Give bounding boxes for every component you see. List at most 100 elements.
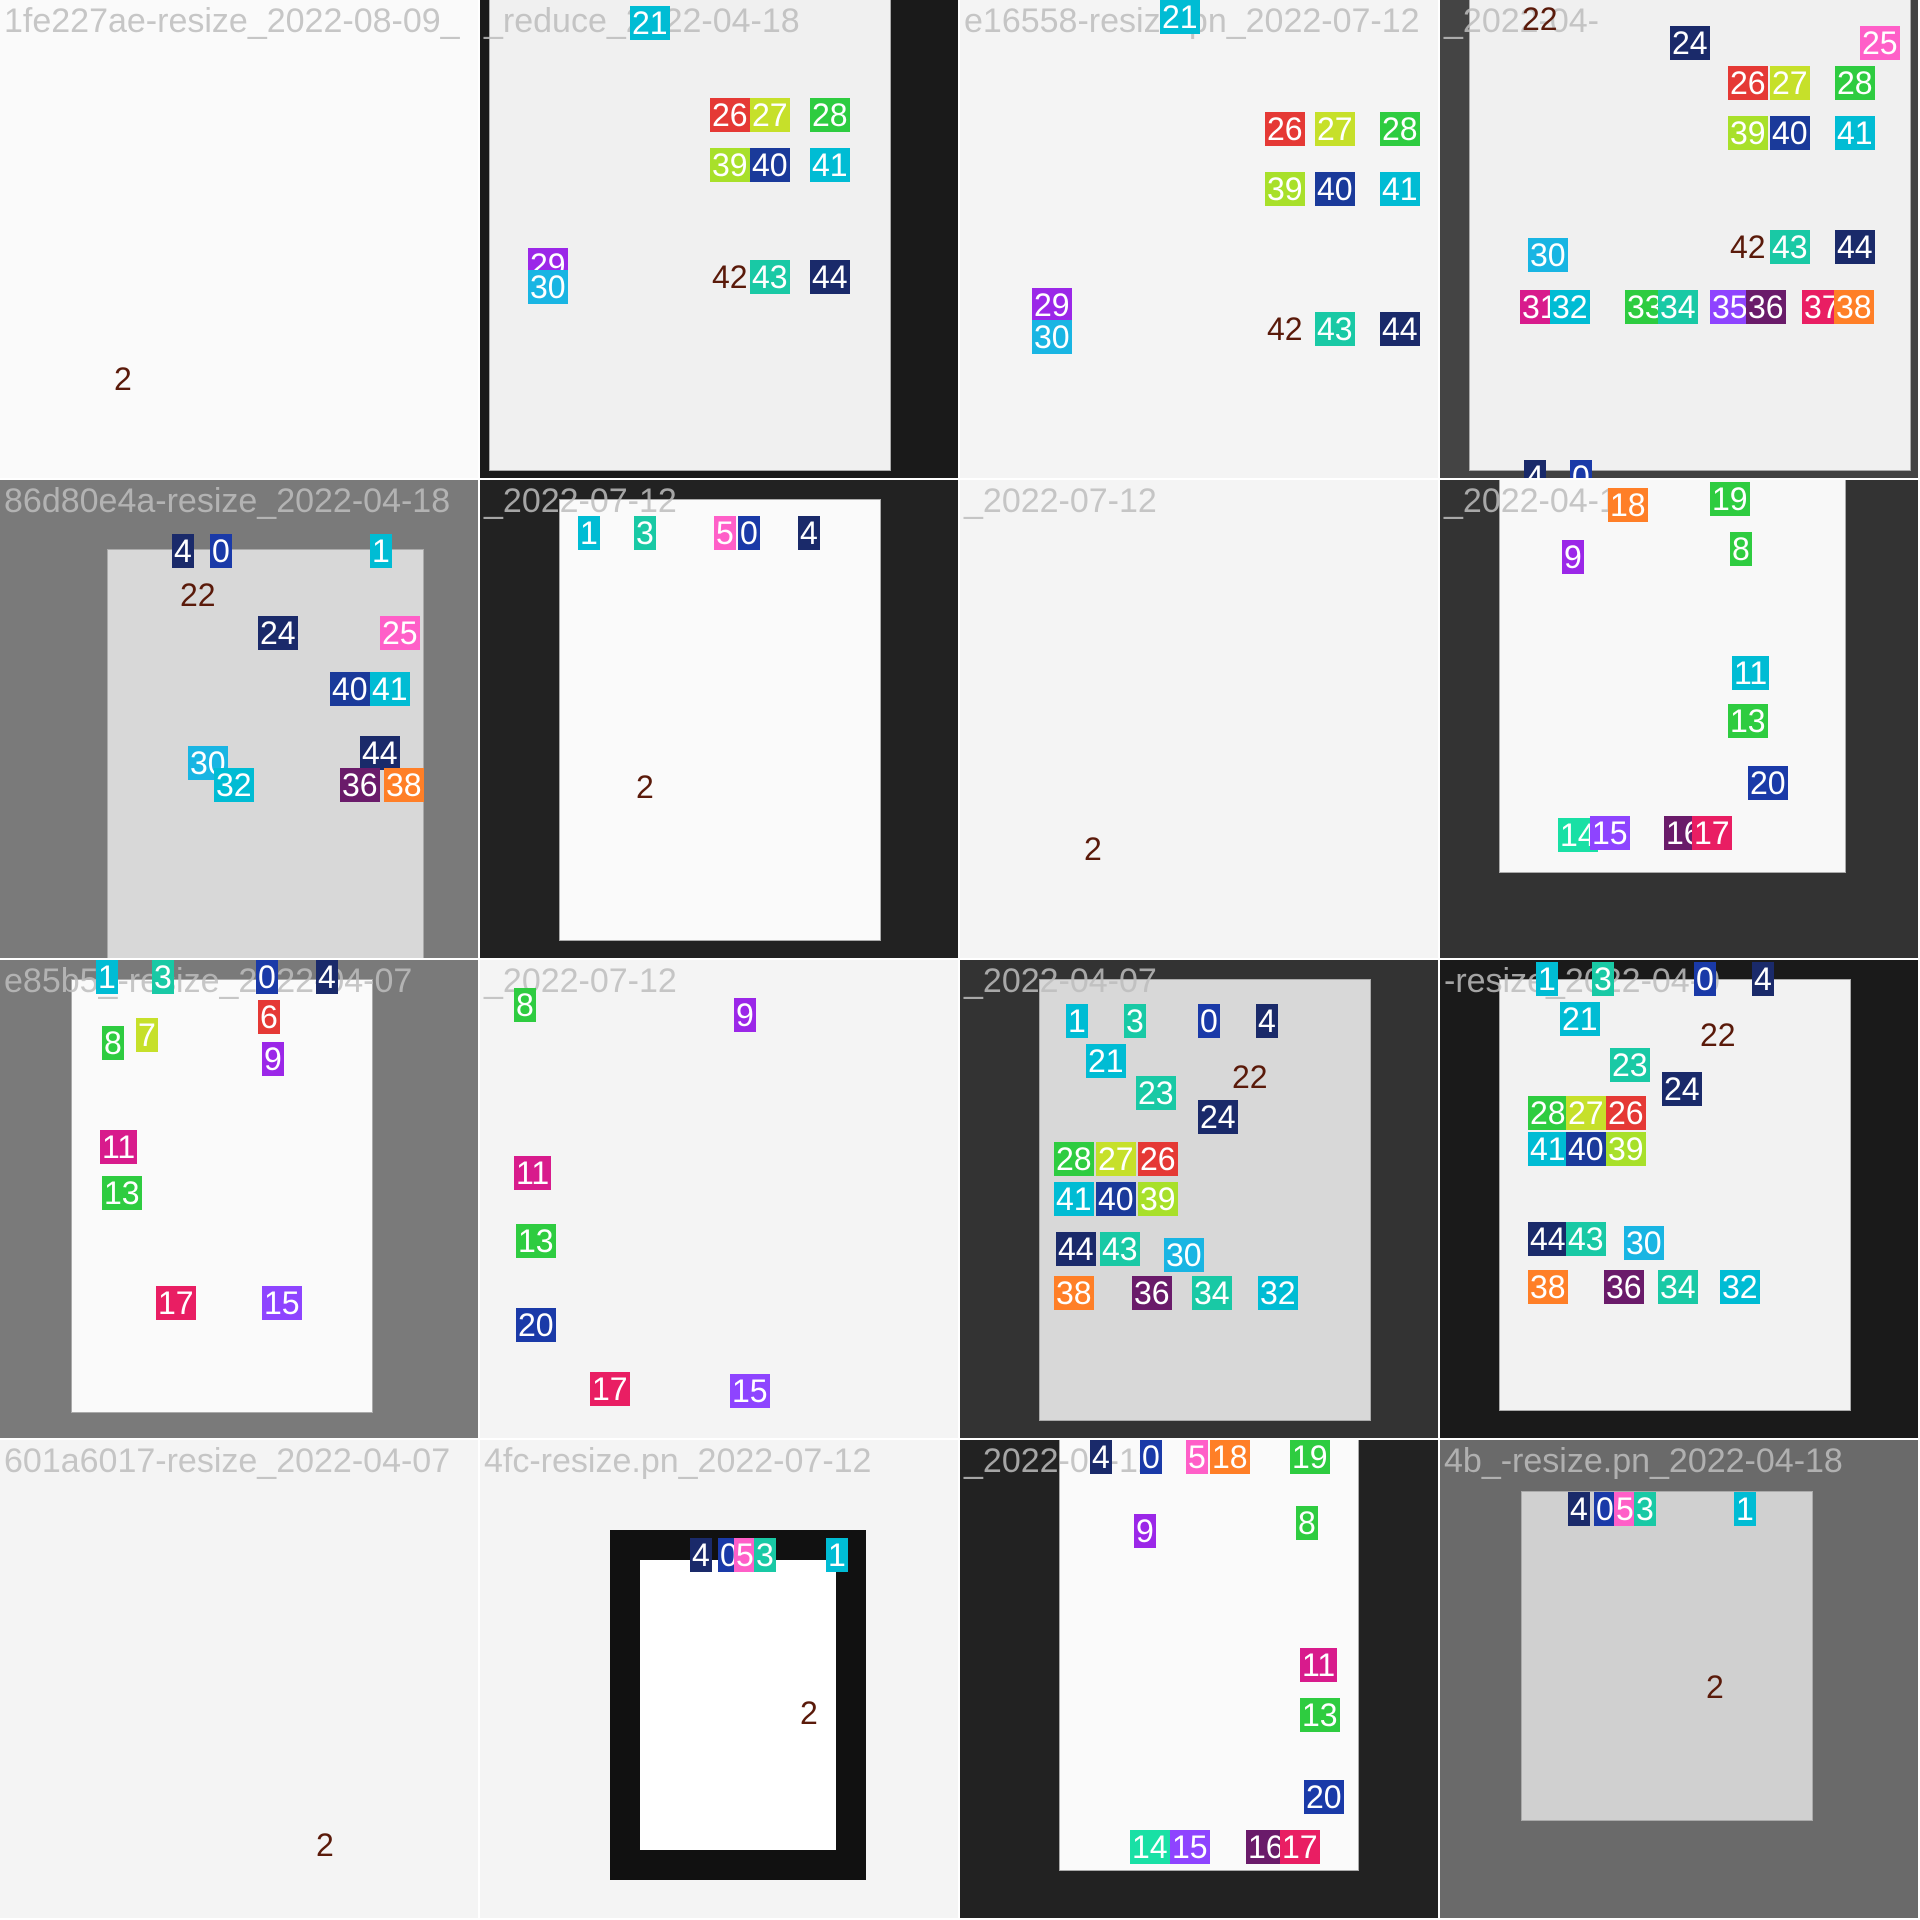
region-label: 35 <box>1710 289 1750 325</box>
region-label: 23 <box>1610 1047 1650 1083</box>
region-label: 9 <box>1562 539 1584 575</box>
tile-caption: _2022-04-07 <box>964 962 1157 1000</box>
region-label: 15 <box>730 1373 770 1409</box>
region-label: 22 <box>180 577 216 613</box>
region-label: 1 <box>1536 961 1558 997</box>
region-label: 4 <box>316 960 338 995</box>
region-label: 44 <box>1528 1221 1568 1257</box>
region-label: 19 <box>1290 1440 1330 1475</box>
grid-tile[interactable]: -resize_2022-04-0 1 3 0 4 21 22 23 24 28… <box>1440 960 1918 1438</box>
region-label: 3 <box>754 1537 776 1573</box>
region-label: 17 <box>1280 1829 1320 1865</box>
tile-caption: 86d80e4a-resize_2022-04-18 <box>4 482 451 520</box>
region-label: 40 <box>1770 115 1810 151</box>
region-label: 26 <box>1138 1141 1178 1177</box>
region-label: 42 <box>712 259 748 295</box>
region-label: 27 <box>1096 1141 1136 1177</box>
grid-tile[interactable]: _2022-07-12 4 0 5 18 19 9 8 11 13 20 14 … <box>960 1440 1438 1918</box>
region-label: 38 <box>1834 289 1874 325</box>
region-label: 44 <box>810 259 850 295</box>
region-label: 32 <box>214 767 254 803</box>
region-label: 44 <box>360 735 400 771</box>
region-label: 4 <box>1090 1440 1112 1475</box>
region-label: 38 <box>1528 1269 1568 1305</box>
region-label: 26 <box>1606 1095 1646 1131</box>
grid-tile[interactable]: _2022-07-12 1 3 5 0 4 2 <box>480 480 958 958</box>
region-label: 21 <box>1086 1043 1126 1079</box>
region-label: 4 <box>1256 1003 1278 1039</box>
region-label: 5 <box>1186 1440 1208 1475</box>
region-label: 2 <box>636 769 654 805</box>
grid-tile[interactable]: e16558-resize.pn_2022-07-12 21 26 27 28 … <box>960 0 1438 478</box>
grid-tile[interactable]: _2022-04-07 1 3 0 4 21 22 23 24 28 27 26… <box>960 960 1438 1438</box>
region-label: 8 <box>514 987 536 1023</box>
grid-tile[interactable]: 601a6017-resize_2022-04-07 2 <box>0 1440 478 1918</box>
grid-tile[interactable]: _2022-07-12 8 9 11 13 20 17 15 <box>480 960 958 1438</box>
region-label: 24 <box>1198 1099 1238 1135</box>
region-label: 26 <box>1265 111 1305 147</box>
region-label: 0 <box>1140 1440 1162 1475</box>
region-label: 1 <box>578 515 600 551</box>
region-label: 42 <box>1267 311 1303 347</box>
region-label: 30 <box>1032 319 1072 355</box>
region-label: 24 <box>1662 1071 1702 1107</box>
grid-tile[interactable]: _2022-07-12 2 <box>960 480 1438 958</box>
grid-tile[interactable]: 4b_-resize.pn_2022-04-18 4 0 5 3 1 2 <box>1440 1440 1918 1918</box>
region-label: 21 <box>1160 0 1200 35</box>
region-label: 27 <box>1315 111 1355 147</box>
region-label: 43 <box>750 259 790 295</box>
tile-caption: 601a6017-resize_2022-04-07 <box>4 1442 451 1480</box>
grid-tile[interactable]: 1fe227ae-resize_2022-08-09_ 2 <box>0 0 478 478</box>
region-label: 22 <box>1232 1059 1268 1095</box>
region-label: 40 <box>1566 1131 1606 1167</box>
region-label: 39 <box>1138 1181 1178 1217</box>
region-label: 21 <box>1560 1001 1600 1037</box>
region-label: 24 <box>1670 25 1710 61</box>
region-label: 15 <box>1170 1829 1210 1865</box>
region-label: 18 <box>1608 487 1648 523</box>
grid-tile[interactable]: e85b5_-resize_2022-04-07 1 3 0 4 6 7 8 9… <box>0 960 478 1438</box>
grid-tile[interactable]: _2022-04-18 19 18 8 9 11 13 20 14 15 16 … <box>1440 480 1918 958</box>
region-label: 2 <box>1084 831 1102 867</box>
region-label: 2 <box>316 1827 334 1863</box>
region-label: 17 <box>1692 815 1732 851</box>
region-label: 1 <box>370 533 392 569</box>
region-label: 26 <box>1728 65 1768 101</box>
region-label: 22 <box>1700 1017 1736 1053</box>
region-label: 28 <box>1835 65 1875 101</box>
region-label: 43 <box>1566 1221 1606 1257</box>
region-label: 41 <box>1054 1181 1094 1217</box>
region-label: 39 <box>710 147 750 183</box>
tile-caption: _2022-07-12 <box>964 482 1157 520</box>
region-label: 0 <box>1198 1003 1220 1039</box>
region-label: 0 <box>1594 1491 1616 1527</box>
region-label: 34 <box>1658 289 1698 325</box>
grid-tile[interactable]: _reduce_2022-04-18 21 26 27 28 39 40 41 … <box>480 0 958 478</box>
region-label: 36 <box>1746 289 1786 325</box>
grid-tile[interactable]: 86d80e4a-resize_2022-04-18 4 0 1 22 24 2… <box>0 480 478 958</box>
grid-tile[interactable]: 4fc-resize.pn_2022-07-12 4 0 5 3 1 2 <box>480 1440 958 1918</box>
region-label: 28 <box>1380 111 1420 147</box>
region-label: 21 <box>630 5 670 41</box>
region-label: 43 <box>1315 311 1355 347</box>
annotated-image-grid: 1fe227ae-resize_2022-08-09_ 2 _reduce_20… <box>0 0 1920 1920</box>
region-label: 15 <box>1590 815 1630 851</box>
region-label: 13 <box>102 1175 142 1211</box>
grid-tile[interactable]: _2022-04- 22 24 25 26 27 28 39 40 41 30 … <box>1440 0 1918 478</box>
region-label: 41 <box>370 671 410 707</box>
region-label: 2 <box>114 361 132 397</box>
region-label: 44 <box>1835 229 1875 265</box>
region-label: 1 <box>1734 1491 1756 1527</box>
region-label: 43 <box>1770 229 1810 265</box>
region-label: 28 <box>1054 1141 1094 1177</box>
region-label: 14 <box>1130 1829 1170 1865</box>
region-label: 43 <box>1100 1231 1140 1267</box>
region-label: 40 <box>330 671 370 707</box>
region-label: 30 <box>528 269 568 305</box>
region-label: 27 <box>1566 1095 1606 1131</box>
region-label: 32 <box>1720 1269 1760 1305</box>
region-label: 40 <box>1096 1181 1136 1217</box>
region-label: 25 <box>1860 25 1900 61</box>
region-label: 5 <box>1614 1491 1636 1527</box>
region-label: 18 <box>1210 1440 1250 1475</box>
